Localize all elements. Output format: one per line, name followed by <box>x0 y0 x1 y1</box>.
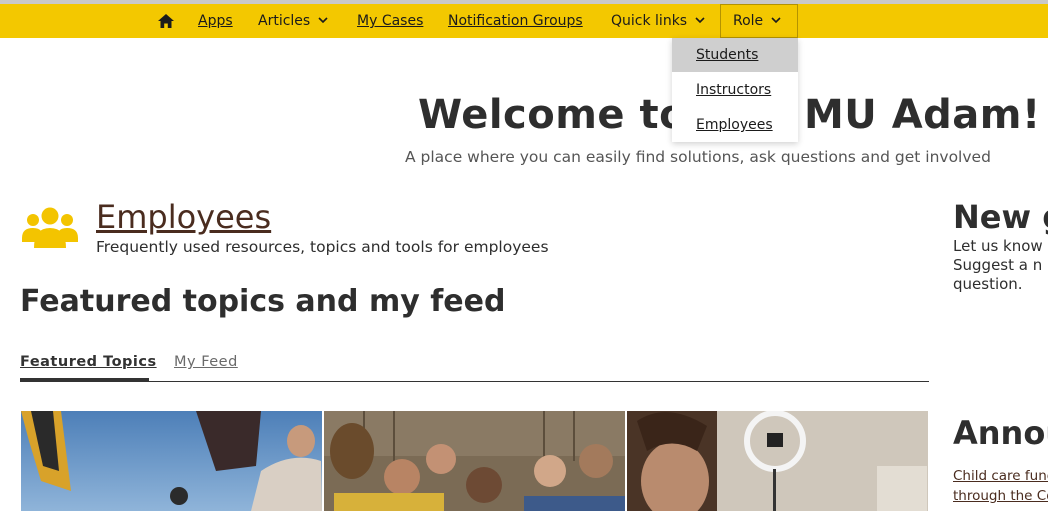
page: Apps Articles My Cases Notification Grou… <box>0 0 1048 511</box>
role-menu-item-students[interactable]: Students <box>672 38 798 72</box>
right-text-block: Let us know Suggest a n question. <box>953 237 1048 294</box>
featured-title: Featured topics and my feed <box>20 284 506 319</box>
nav-articles[interactable]: Articles <box>258 4 328 38</box>
hero-subtitle: A place where you can easily find soluti… <box>405 148 991 166</box>
announcement-link[interactable]: Child care fund <box>953 468 1048 484</box>
chevron-down-icon <box>318 17 328 24</box>
nav-role-label: Role <box>733 13 764 29</box>
right-heading-new: New g <box>953 198 1048 236</box>
top-navigation: Apps Articles My Cases Notification Grou… <box>0 4 1048 38</box>
tab-featured-topics[interactable]: Featured Topics <box>20 354 157 370</box>
nav-role-button[interactable]: Role <box>720 4 798 38</box>
nav-quick-links-label: Quick links <box>611 13 688 29</box>
nav-my-cases[interactable]: My Cases <box>357 4 423 38</box>
nav-apps[interactable]: Apps <box>198 4 233 38</box>
featured-photo-flags <box>21 411 322 511</box>
role-menu-item-instructors[interactable]: Instructors <box>672 73 798 107</box>
section-subtitle: Frequently used resources, topics and to… <box>96 238 549 256</box>
home-icon[interactable] <box>157 13 175 29</box>
featured-card-image-3[interactable] <box>627 411 928 511</box>
chevron-down-icon <box>695 17 705 24</box>
role-dropdown-menu: Students Instructors Employees <box>672 38 798 142</box>
right-heading-announcements: Annou <box>953 414 1048 452</box>
featured-photo-students <box>324 411 625 511</box>
people-group-icon <box>22 207 78 248</box>
featured-card-image-2[interactable] <box>324 411 625 511</box>
hero-title-right: MU Adam! <box>804 92 1041 138</box>
role-menu-item-employees[interactable]: Employees <box>672 108 798 142</box>
right-text-line: question. <box>953 275 1023 293</box>
nav-articles-label: Articles <box>258 13 311 29</box>
featured-photo-ring-light <box>627 411 928 511</box>
tab-my-feed[interactable]: My Feed <box>174 354 238 370</box>
announcement-link[interactable]: through the Co <box>953 488 1048 504</box>
section-title-link[interactable]: Employees <box>96 198 271 236</box>
nav-notification-groups[interactable]: Notification Groups <box>448 4 583 38</box>
right-text-line: Let us know <box>953 237 1043 255</box>
right-text-line: Suggest a n <box>953 256 1043 274</box>
tab-divider <box>20 381 929 382</box>
hero-title-left: Welcome to <box>418 92 688 138</box>
featured-card-image-1[interactable] <box>21 411 322 511</box>
chevron-down-icon <box>771 17 781 24</box>
nav-quick-links[interactable]: Quick links <box>611 4 705 38</box>
